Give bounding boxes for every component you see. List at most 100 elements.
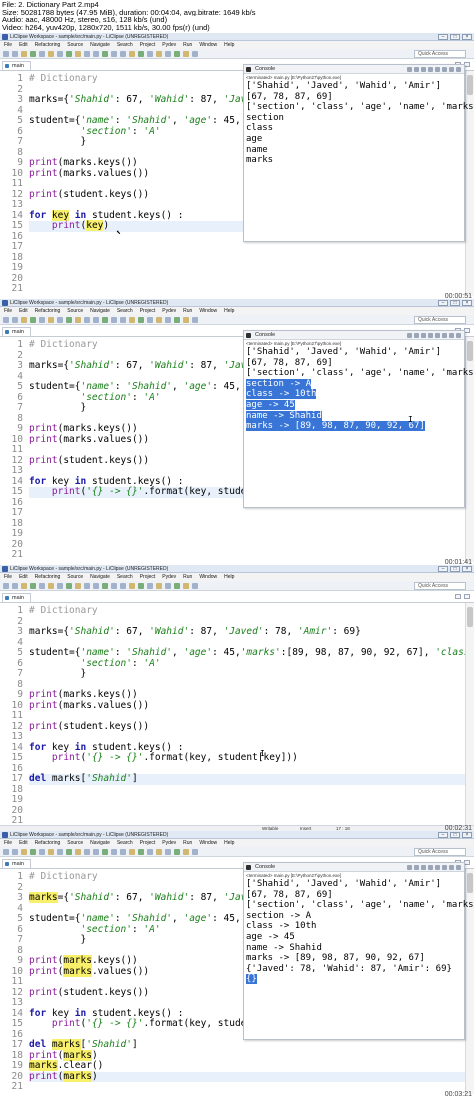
toolbar-button-icon[interactable] — [30, 848, 36, 855]
toolbar-button-icon[interactable] — [84, 582, 90, 589]
console-tab[interactable]: Console — [244, 863, 464, 872]
toolbar-button-icon[interactable] — [165, 848, 171, 855]
menu-item-run[interactable]: Run — [183, 839, 192, 847]
toolbar-button-icon[interactable] — [48, 582, 54, 589]
menu-item-window[interactable]: Window — [199, 307, 217, 315]
editor-tab-main[interactable]: main — [2, 859, 31, 868]
toolbar-button-icon[interactable] — [174, 848, 180, 855]
toolbar-button-icon[interactable] — [165, 582, 171, 589]
console-action-icon[interactable] — [456, 333, 461, 338]
code-line[interactable] — [29, 806, 474, 817]
toolbar-button-icon[interactable] — [174, 582, 180, 589]
toolbar-button-icon[interactable] — [12, 316, 18, 323]
console-tab[interactable]: Console — [244, 331, 464, 340]
toolbar-button-icon[interactable] — [129, 582, 135, 589]
console-output[interactable]: ['Shahid', 'Javed', 'Wahid', 'Amir'] [67,… — [244, 879, 474, 985]
toolbar-button-icon[interactable] — [138, 582, 144, 589]
code-line[interactable]: print(marks) — [29, 1070, 474, 1082]
minimize-button[interactable]: – — [438, 566, 448, 572]
code-line[interactable] — [29, 519, 474, 530]
menu-item-search[interactable]: Search — [117, 41, 133, 49]
code-line[interactable] — [29, 785, 474, 796]
console-action-icon[interactable] — [407, 67, 412, 72]
toolbar-button-icon[interactable] — [174, 316, 180, 323]
minimize-button[interactable]: – — [438, 300, 448, 306]
toolbar-button-icon[interactable] — [192, 316, 198, 323]
toolbar-button-icon[interactable] — [120, 582, 126, 589]
menu-item-help[interactable]: Help — [224, 573, 234, 581]
menu-item-window[interactable]: Window — [199, 573, 217, 581]
toolbar-button-icon[interactable] — [192, 848, 198, 855]
code-area[interactable]: # Dictionary marks={'Shahid': 67, 'Wahid'… — [29, 605, 474, 827]
toolbar-button-icon[interactable] — [102, 848, 108, 855]
console-output[interactable]: ['Shahid', 'Javed', 'Wahid', 'Amir'] [67,… — [244, 347, 474, 432]
toolbar-button-icon[interactable] — [129, 50, 135, 57]
toolbar-button-icon[interactable] — [75, 582, 81, 589]
toolbar-button-icon[interactable] — [183, 582, 189, 589]
console-action-icon[interactable] — [449, 333, 454, 338]
menu-item-source[interactable]: Source — [67, 307, 83, 315]
code-line[interactable] — [29, 508, 474, 519]
toolbar-button-icon[interactable] — [165, 316, 171, 323]
code-line[interactable]: print('{} -> {}'.format(key, student[key… — [29, 752, 474, 764]
toolbar-button-icon[interactable] — [138, 50, 144, 57]
editor-tab-main[interactable]: main — [2, 327, 31, 336]
toolbar-button-icon[interactable] — [120, 50, 126, 57]
toolbar-button-icon[interactable] — [66, 316, 72, 323]
toolbar-button-icon[interactable] — [111, 50, 117, 57]
toolbar-button-icon[interactable] — [84, 316, 90, 323]
menu-item-project[interactable]: Project — [140, 573, 156, 581]
code-line[interactable]: 'section': 'A' — [29, 658, 474, 670]
toolbar-button-icon[interactable] — [3, 582, 9, 589]
code-line[interactable]: } — [29, 668, 474, 680]
console-action-icon[interactable] — [456, 865, 461, 870]
toolbar-button-icon[interactable] — [39, 50, 45, 57]
toolbar-button-icon[interactable] — [93, 50, 99, 57]
menu-item-refactoring[interactable]: Refactoring — [35, 41, 61, 49]
menu-item-pydev[interactable]: Pydev — [162, 573, 176, 581]
code-line[interactable] — [29, 253, 474, 264]
toolbar-button-icon[interactable] — [48, 50, 54, 57]
toolbar-button-icon[interactable] — [147, 582, 153, 589]
toolbar-button-icon[interactable] — [93, 848, 99, 855]
minimize-view-icon[interactable] — [455, 594, 461, 599]
menu-item-navigate[interactable]: Navigate — [90, 307, 110, 315]
quick-access-input[interactable]: Quick Access — [414, 316, 466, 324]
console-action-icon[interactable] — [428, 67, 433, 72]
toolbar-button-icon[interactable] — [3, 316, 9, 323]
code-line[interactable]: marks={'Shahid': 67, 'Wahid': 87, 'Javed… — [29, 626, 474, 638]
menu-item-file[interactable]: File — [4, 41, 12, 49]
maximize-button[interactable]: □ — [450, 300, 460, 306]
toolbar-button-icon[interactable] — [57, 848, 63, 855]
console-action-icon[interactable] — [435, 333, 440, 338]
close-button[interactable]: × — [462, 832, 472, 838]
code-line[interactable] — [29, 1082, 474, 1093]
console-action-icon[interactable] — [442, 67, 447, 72]
minimize-button[interactable]: – — [438, 34, 448, 40]
menu-item-run[interactable]: Run — [183, 573, 192, 581]
console-action-icon[interactable] — [456, 67, 461, 72]
scrollbar-thumb[interactable] — [467, 873, 473, 893]
toolbar-button-icon[interactable] — [39, 316, 45, 323]
menu-item-search[interactable]: Search — [117, 839, 133, 847]
toolbar-button-icon[interactable] — [84, 848, 90, 855]
menu-item-refactoring[interactable]: Refactoring — [35, 307, 61, 315]
toolbar-button-icon[interactable] — [57, 316, 63, 323]
toolbar-button-icon[interactable] — [111, 848, 117, 855]
scrollbar-thumb[interactable] — [467, 75, 473, 95]
code-line[interactable] — [29, 529, 474, 540]
toolbar-button-icon[interactable] — [165, 50, 171, 57]
toolbar-button-icon[interactable] — [93, 316, 99, 323]
toolbar-button-icon[interactable] — [30, 582, 36, 589]
toolbar-button-icon[interactable] — [111, 316, 117, 323]
menu-item-source[interactable]: Source — [67, 839, 83, 847]
menu-item-window[interactable]: Window — [199, 839, 217, 847]
menu-item-window[interactable]: Window — [199, 41, 217, 49]
toolbar-button-icon[interactable] — [39, 848, 45, 855]
toolbar-button-icon[interactable] — [66, 50, 72, 57]
code-line[interactable] — [29, 242, 474, 253]
toolbar-button-icon[interactable] — [102, 316, 108, 323]
toolbar-button-icon[interactable] — [111, 582, 117, 589]
menu-item-edit[interactable]: Edit — [19, 307, 28, 315]
editor-tab-main[interactable]: main — [2, 61, 31, 70]
